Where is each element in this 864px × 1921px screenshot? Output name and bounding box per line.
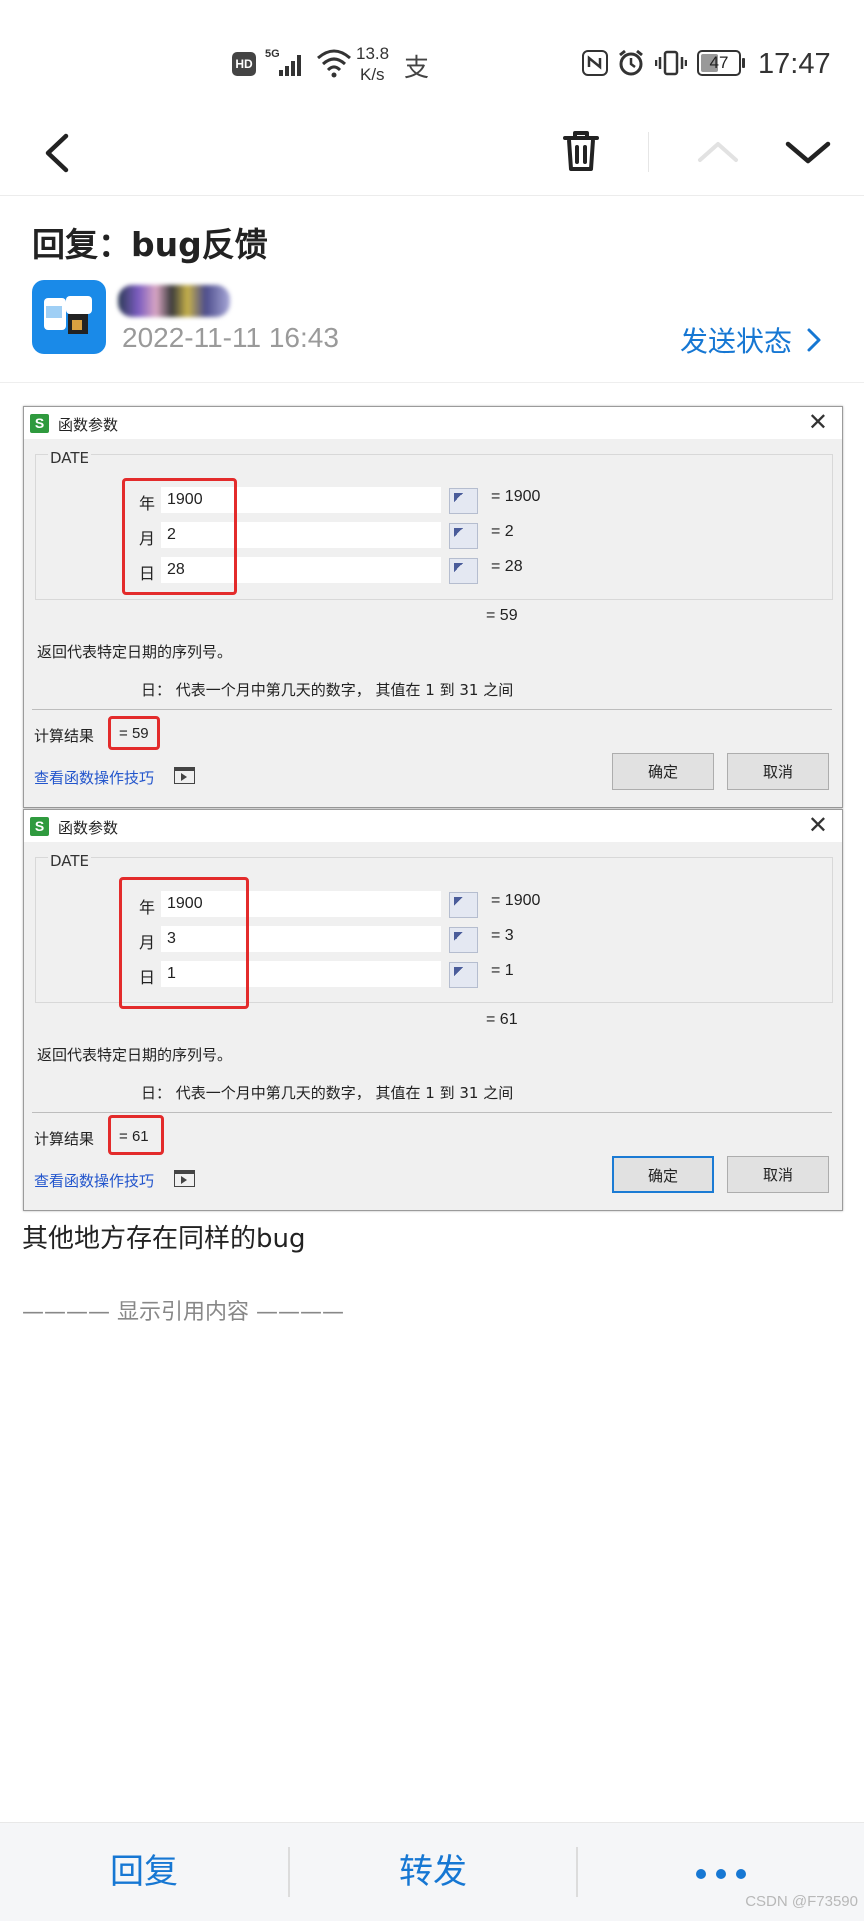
more-dots-icon: [696, 1868, 746, 1879]
chevron-up-icon: [698, 142, 738, 162]
delete-button[interactable]: [556, 124, 606, 180]
status-bar: HD 5G 13.8 K/s 支 47 17:47: [0, 0, 864, 110]
calc-result-label: 计算结果: [34, 727, 95, 745]
nav-bar: [0, 110, 864, 196]
close-icon[interactable]: ✕: [808, 811, 828, 839]
formula-total: = 59: [486, 607, 518, 624]
signal-5g-icon: 5G: [265, 48, 309, 78]
hd-icon: HD: [232, 52, 256, 76]
sent-date: 2022-11-11 16:43: [122, 322, 339, 353]
function-tips-link[interactable]: 查看函数操作技巧: [34, 1170, 154, 1191]
sender-name-redacted[interactable]: [118, 285, 230, 317]
year-result: 1900: [504, 488, 541, 505]
ok-button[interactable]: 确定: [612, 1156, 714, 1193]
dialog-title: 函数参数: [58, 819, 119, 837]
function-tips-link[interactable]: 查看函数操作技巧: [34, 767, 154, 788]
video-play-icon[interactable]: [174, 767, 195, 784]
param-description: 日： 代表一个月中第几天的数字， 其值在 1 到 31 之间: [141, 681, 514, 699]
net-speed-value: 13.8: [356, 44, 390, 63]
month-range-select-icon[interactable]: [449, 523, 478, 549]
bottom-action-bar: 回复 转发: [0, 1822, 864, 1921]
next-mail-button[interactable]: [780, 124, 836, 180]
day-range-select-icon[interactable]: [449, 962, 478, 988]
clock: 17:47: [758, 48, 831, 80]
day-range-select-icon[interactable]: [449, 558, 478, 584]
wps-app-icon: S: [30, 414, 49, 433]
trash-icon: [563, 131, 599, 171]
watermark: CSDN @F73590: [745, 1893, 858, 1910]
send-status-link[interactable]: 发送状态: [680, 320, 825, 358]
dialog-titlebar: S 函数参数 ✕: [24, 810, 842, 842]
function-name: DATE: [48, 852, 92, 870]
ok-button[interactable]: 确定: [612, 753, 714, 790]
cancel-button[interactable]: 取消: [727, 753, 829, 790]
chevron-left-icon: [45, 133, 69, 173]
cancel-button[interactable]: 取消: [727, 1156, 829, 1193]
vibrate-icon: [654, 49, 688, 77]
reply-button[interactable]: 回复: [0, 1823, 288, 1921]
month-range-select-icon[interactable]: [449, 927, 478, 953]
header-divider: [0, 382, 864, 383]
previous-mail-button[interactable]: [690, 124, 746, 180]
net-speed-unit: K/s: [360, 65, 385, 84]
function-args-dialog-1: S 函数参数 ✕ DATE 年 1900 = 1900 月 2 = 2 日 28…: [23, 406, 843, 808]
video-play-icon[interactable]: [174, 1170, 195, 1187]
avatar[interactable]: [32, 280, 106, 354]
show-quoted-content-link[interactable]: ———— 显示引用内容 ————: [22, 1294, 344, 1326]
function-args-dialog-2: S 函数参数 ✕ DATE 年 1900 = 1900 月 3 = 3 日 1 …: [23, 809, 843, 1211]
send-status-label: 发送状态: [680, 325, 793, 358]
wifi-icon: [316, 48, 352, 78]
avatar-image: [44, 296, 92, 334]
year-range-select-icon[interactable]: [449, 488, 478, 514]
close-icon[interactable]: ✕: [808, 408, 828, 436]
back-button[interactable]: [30, 124, 86, 180]
calc-result-label: 计算结果: [34, 1130, 95, 1148]
highlight-box: [122, 478, 237, 595]
function-description: 返回代表特定日期的序列号。: [37, 643, 233, 661]
param-description: 日： 代表一个月中第几天的数字， 其值在 1 到 31 之间: [141, 1084, 514, 1102]
day-result: 28: [504, 558, 523, 575]
battery-level: 47: [709, 53, 729, 72]
year-range-select-icon[interactable]: [449, 892, 478, 918]
function-description: 返回代表特定日期的序列号。: [37, 1046, 233, 1064]
year-result: 1900: [504, 892, 541, 909]
dialog-separator: [32, 709, 832, 710]
chevron-down-icon: [785, 141, 831, 164]
wps-app-icon: S: [30, 817, 49, 836]
alipay-icon: 支: [404, 54, 430, 82]
email-body-text: 其他地方存在同样的bug: [22, 1224, 306, 1254]
highlight-box: [108, 716, 160, 750]
chevron-right-icon: [807, 328, 821, 352]
formula-total: = 61: [486, 1011, 518, 1028]
month-result: 2: [504, 523, 514, 540]
forward-button[interactable]: 转发: [290, 1823, 576, 1921]
email-subject: 回复：bug反馈: [32, 225, 268, 264]
nfc-icon: [582, 50, 608, 76]
dialog-title: 函数参数: [58, 416, 119, 434]
function-name: DATE: [48, 449, 92, 467]
day-result: 1: [504, 962, 514, 979]
dialog-separator: [32, 1112, 832, 1113]
highlight-box: [119, 877, 249, 1009]
month-result: 3: [504, 927, 514, 944]
dialog-titlebar: S 函数参数 ✕: [24, 407, 842, 439]
battery-icon: 47: [697, 50, 745, 77]
highlight-box: [108, 1115, 164, 1155]
nav-divider: [648, 132, 649, 172]
alarm-icon: [617, 49, 645, 77]
